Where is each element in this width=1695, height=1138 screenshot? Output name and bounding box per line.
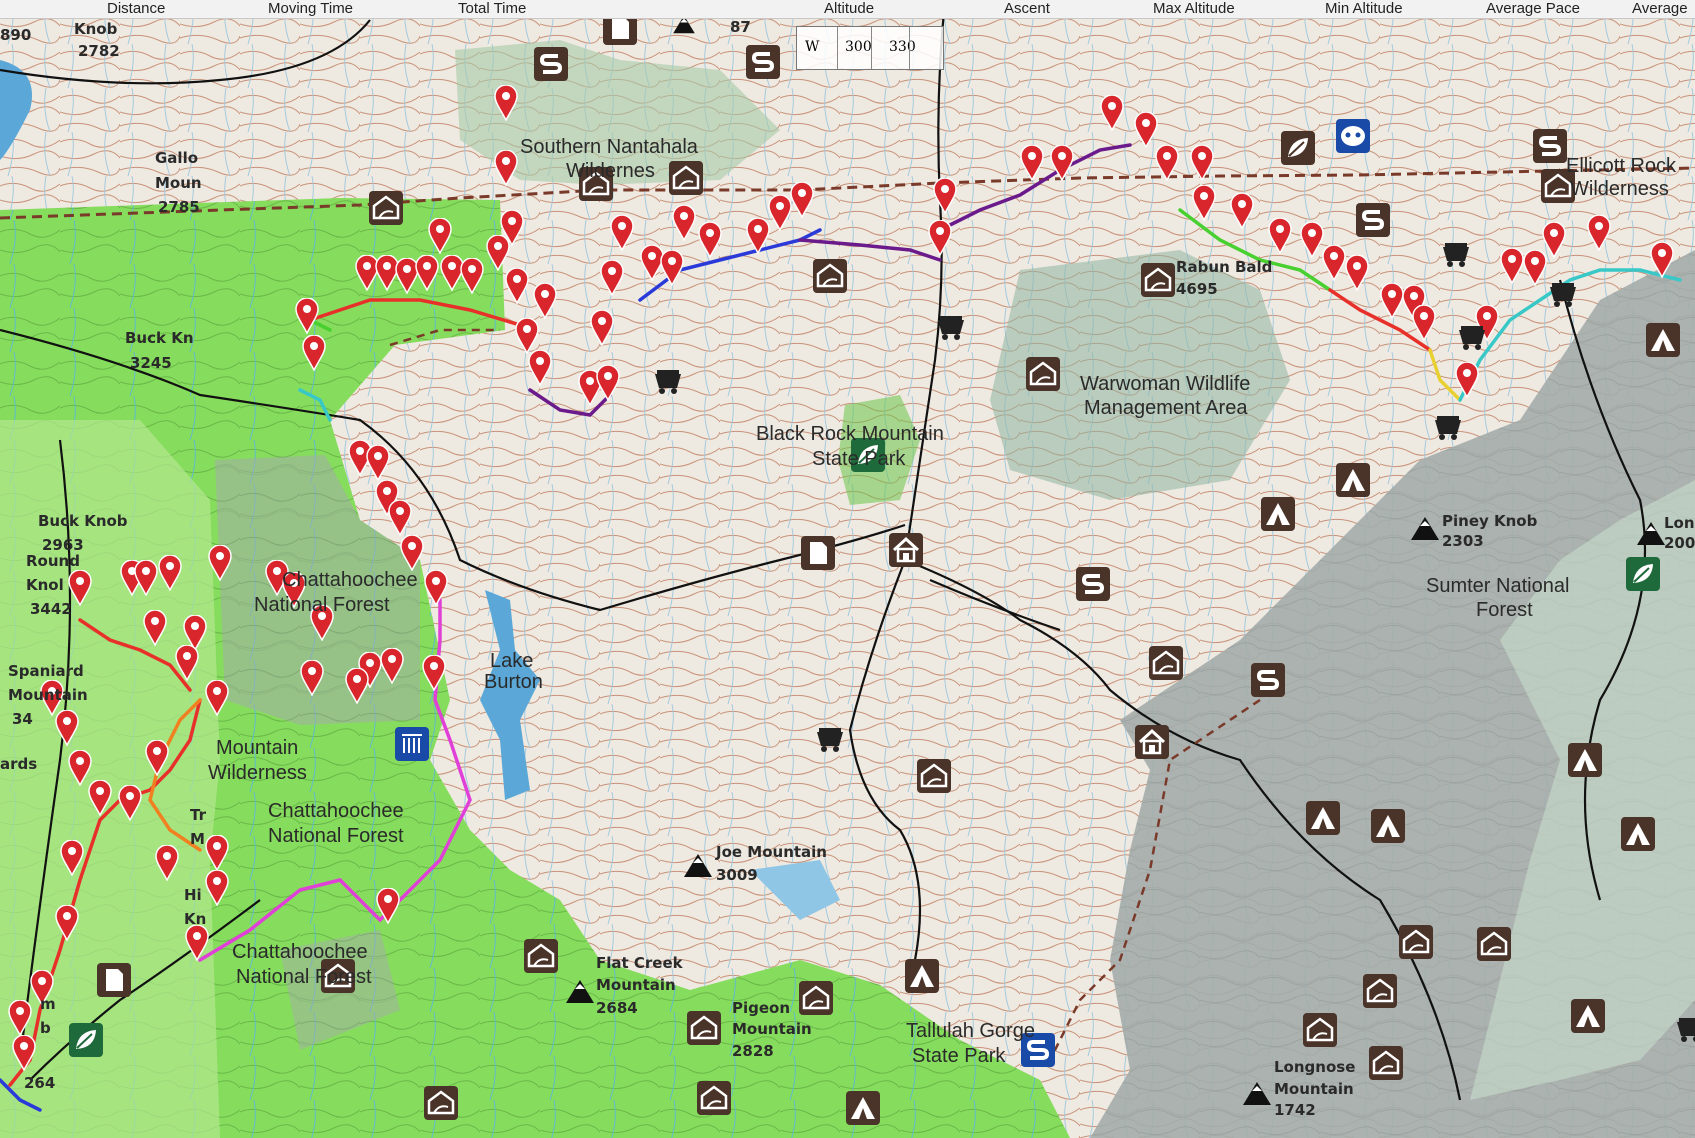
- area-lake-line2: Burton: [484, 671, 543, 693]
- peak-pigeon-name2: Mountain: [732, 1020, 812, 1038]
- area-nantahala-line2: Wildernes: [566, 160, 655, 182]
- area-blackrock-line2: State Park: [812, 448, 906, 470]
- peak-buckknob-name: Buck Knob: [38, 512, 128, 530]
- area-wilderness-line1: Mountain: [216, 737, 298, 759]
- area-lake-line1: Lake: [490, 650, 533, 672]
- peak-buckkn-name: Buck Kn: [125, 329, 194, 347]
- peak-buckkn-elev: 3245: [130, 354, 172, 372]
- area-wilderness-line2: Wilderness: [208, 762, 307, 784]
- peak-flatcreek-name2: Mountain: [596, 976, 676, 994]
- compass-heading: W: [805, 39, 820, 55]
- stat-ascent-label[interactable]: Ascent: [1004, 0, 1050, 17]
- peak-round-elev: 3442: [30, 600, 72, 618]
- area-sumter-line2: Forest: [1476, 599, 1533, 621]
- peak-lon-elev: 200: [1664, 534, 1695, 552]
- area-chatt3-line2: National Forest: [236, 966, 372, 988]
- peak-m-elev: 264: [24, 1074, 55, 1092]
- stat-max-altitude-label[interactable]: Max Altitude: [1153, 0, 1235, 17]
- peak-piney-elev: 2303: [1442, 532, 1484, 550]
- peak-longnose-name2: Mountain: [1274, 1080, 1354, 1098]
- compass-tick-label: 330: [889, 39, 916, 55]
- map-canvas[interactable]: 890 87 Knob 2782 Gallo Moun 2785 Buck Kn…: [0, 0, 1695, 1138]
- peak-lon-name: Lon: [1664, 514, 1695, 532]
- peak-tr-name2: M: [190, 830, 205, 848]
- area-chatt3-line1: Chattahoochee: [232, 941, 368, 963]
- peak-round-name: Round: [26, 552, 80, 570]
- peak-spaniard-name2: Mountain: [8, 686, 88, 704]
- area-chatt2-line1: Chattahoochee: [268, 800, 404, 822]
- peak-tr-name: Tr: [190, 806, 207, 824]
- peak-spaniard-elev: 34: [12, 710, 33, 728]
- area-blackrock-line1: Black Rock Mountain: [756, 423, 944, 445]
- peak-knob-name: Knob: [74, 20, 118, 38]
- area-warwoman-line1: Warwoman Wildlife: [1080, 373, 1250, 395]
- peak-ards-name: ards: [0, 755, 37, 773]
- area-chatt1-line1: Chattahoochee: [282, 569, 418, 591]
- peak-hi-name: Hi: [184, 886, 202, 904]
- peak-m-name2: b: [40, 1019, 51, 1037]
- peak-hi-name2: Kn: [184, 910, 206, 928]
- stat-distance-label[interactable]: Distance: [107, 0, 165, 17]
- partial-value-label: 890: [0, 26, 31, 44]
- stat-altitude-label[interactable]: Altitude: [824, 0, 874, 17]
- peak-longnose-elev: 1742: [1274, 1101, 1316, 1119]
- peak-flatcreek-name: Flat Creek: [596, 954, 684, 972]
- area-ellicott-line2: Wilderness: [1570, 178, 1669, 200]
- stat-moving-time-label[interactable]: Moving Time: [268, 0, 353, 17]
- stat-total-time-label[interactable]: Total Time: [458, 0, 526, 17]
- area-nantahala-line1: Southern Nantahala: [520, 136, 699, 158]
- peak-m-name: m: [40, 995, 56, 1013]
- compass-tick-label: 300: [845, 39, 872, 55]
- peak-spaniard-name: Spaniard: [8, 662, 84, 680]
- area-sumter-line1: Sumter National: [1426, 575, 1569, 597]
- peak-flatcreek-elev: 2684: [596, 999, 638, 1017]
- peak-pigeon-name: Pigeon: [732, 999, 790, 1017]
- area-ellicott-line1: Ellicott Rock: [1566, 155, 1677, 177]
- peak-joe-elev: 3009: [716, 866, 758, 884]
- peak-round-name2: Knol: [26, 576, 64, 594]
- peak-joe-name: Joe Mountain: [715, 843, 827, 861]
- peak-longnose-name: Longnose: [1274, 1058, 1355, 1076]
- stat-average-label[interactable]: Average: [1632, 0, 1688, 17]
- stats-bar: Distance Moving Time Total Time Altitude…: [0, 0, 1695, 19]
- compass-strip[interactable]: W 300 330: [796, 26, 944, 70]
- peak-gallo-name2: Moun: [155, 174, 202, 192]
- area-tallulah-line2: State Park: [912, 1045, 1006, 1067]
- partial-peak-elev: 87: [730, 18, 751, 36]
- area-warwoman-line2: Management Area: [1084, 397, 1248, 419]
- area-chatt1-line2: National Forest: [254, 594, 390, 616]
- stat-min-altitude-label[interactable]: Min Altitude: [1325, 0, 1403, 17]
- peak-gallo-elev: 2785: [158, 198, 200, 216]
- peak-gallo-name: Gallo: [155, 149, 198, 167]
- area-chatt2-line2: National Forest: [268, 825, 404, 847]
- peak-piney-name: Piney Knob: [1442, 512, 1538, 530]
- area-tallulah-line1: Tallulah Gorge: [906, 1020, 1035, 1042]
- peak-knob-elev: 2782: [78, 42, 120, 60]
- peak-rabun-name: Rabun Bald: [1176, 258, 1272, 276]
- peak-pigeon-elev: 2828: [732, 1042, 774, 1060]
- peak-rabun-elev: 4695: [1176, 280, 1218, 298]
- stat-average-pace-label[interactable]: Average Pace: [1486, 0, 1580, 17]
